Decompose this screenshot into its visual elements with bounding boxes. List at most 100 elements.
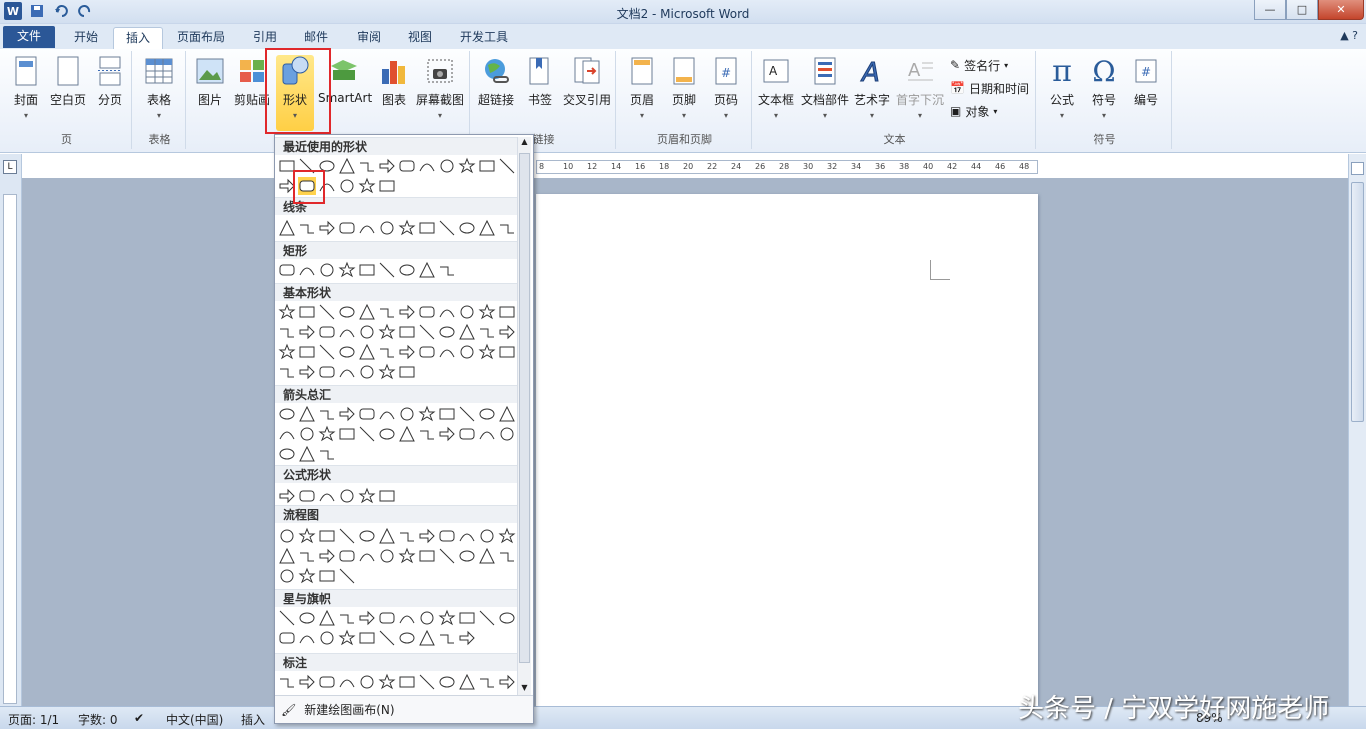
tab-mailings[interactable]: 邮件 <box>292 27 340 49</box>
shape-option-icon[interactable] <box>338 363 356 381</box>
date-time-button[interactable]: 📅 日期和时间 <box>950 78 1029 98</box>
shape-option-icon[interactable] <box>358 323 376 341</box>
shape-option-icon[interactable] <box>318 629 336 647</box>
shape-option-icon[interactable] <box>318 547 336 565</box>
object-button[interactable]: ▣ 对象 ▾ <box>950 101 997 121</box>
wordart-button[interactable]: A 艺术字 ▾ <box>852 55 892 131</box>
shape-option-icon[interactable] <box>418 405 436 423</box>
page-break-button[interactable]: 分页 <box>90 55 130 131</box>
shape-option-icon[interactable] <box>338 609 356 627</box>
help-icon[interactable]: ▲ ? <box>1340 29 1358 42</box>
shape-option-icon[interactable] <box>278 547 296 565</box>
shape-option-icon[interactable] <box>478 547 496 565</box>
shape-option-icon[interactable] <box>318 609 336 627</box>
shape-option-icon[interactable] <box>278 405 296 423</box>
shape-option-icon[interactable] <box>378 343 396 361</box>
shape-option-icon[interactable] <box>278 673 296 691</box>
shape-option-icon[interactable] <box>358 363 376 381</box>
shape-option-icon[interactable] <box>498 405 516 423</box>
shape-option-icon[interactable] <box>318 405 336 423</box>
shape-option-icon[interactable] <box>338 567 356 585</box>
shape-option-icon[interactable] <box>378 487 396 505</box>
shape-option-icon[interactable] <box>498 673 516 691</box>
blank-page-button[interactable]: 空白页 <box>48 55 88 131</box>
shape-option-icon[interactable] <box>478 673 496 691</box>
shape-option-icon[interactable] <box>278 487 296 505</box>
shape-option-icon[interactable] <box>378 303 396 321</box>
shape-option-icon[interactable] <box>398 609 416 627</box>
shape-option-icon[interactable] <box>398 157 416 175</box>
shape-option-icon[interactable] <box>318 673 336 691</box>
shape-option-icon[interactable] <box>418 629 436 647</box>
shape-option-icon[interactable] <box>478 405 496 423</box>
shape-option-icon[interactable] <box>398 527 416 545</box>
shape-option-icon[interactable] <box>478 303 496 321</box>
shape-option-icon[interactable] <box>298 363 316 381</box>
shape-option-icon[interactable] <box>278 527 296 545</box>
shape-option-icon[interactable] <box>458 323 476 341</box>
shape-option-icon[interactable] <box>418 219 436 237</box>
cross-reference-button[interactable]: 交叉引用 <box>562 55 612 131</box>
shape-option-icon[interactable] <box>478 323 496 341</box>
shape-option-icon[interactable] <box>378 177 396 195</box>
shape-option-icon[interactable] <box>498 547 516 565</box>
shape-option-icon[interactable] <box>418 527 436 545</box>
shape-option-icon[interactable] <box>458 673 476 691</box>
shape-option-icon[interactable] <box>338 157 356 175</box>
shape-option-icon[interactable] <box>418 343 436 361</box>
shape-option-icon[interactable] <box>398 629 416 647</box>
tab-view[interactable]: 视图 <box>396 27 444 49</box>
shape-option-icon[interactable] <box>498 425 516 443</box>
shape-option-icon[interactable] <box>378 673 396 691</box>
shape-option-icon[interactable] <box>398 343 416 361</box>
shape-option-icon[interactable] <box>378 425 396 443</box>
shape-option-icon[interactable] <box>478 343 496 361</box>
shape-option-icon[interactable] <box>398 261 416 279</box>
shape-option-icon[interactable] <box>398 219 416 237</box>
drop-cap-button[interactable]: A 首字下沉 ▾ <box>894 55 946 131</box>
shape-option-icon[interactable] <box>498 303 516 321</box>
tab-review[interactable]: 审阅 <box>345 27 393 49</box>
shape-option-icon[interactable] <box>338 425 356 443</box>
shape-option-icon[interactable] <box>438 219 456 237</box>
shape-option-icon[interactable] <box>418 609 436 627</box>
shape-option-icon[interactable] <box>378 547 396 565</box>
shape-option-icon[interactable] <box>398 363 416 381</box>
shape-option-icon[interactable] <box>358 343 376 361</box>
shape-option-icon[interactable] <box>338 547 356 565</box>
shape-option-icon[interactable] <box>298 629 316 647</box>
shape-option-icon[interactable] <box>358 177 376 195</box>
shape-option-icon[interactable] <box>438 425 456 443</box>
horizontal-ruler[interactable]: 8 10 12 14 16 18 20 22 24 26 28 30 32 34 36 38 40 42 44 46 4… <box>536 160 1038 174</box>
shape-option-icon[interactable] <box>278 567 296 585</box>
shape-option-icon[interactable] <box>458 303 476 321</box>
shape-option-icon[interactable] <box>338 323 356 341</box>
page-count[interactable]: 页面: 1/1 <box>8 711 59 728</box>
shape-option-icon[interactable] <box>358 405 376 423</box>
shape-option-icon[interactable] <box>498 527 516 545</box>
shape-option-icon[interactable] <box>338 177 356 195</box>
shape-option-icon[interactable] <box>298 609 316 627</box>
shape-option-icon[interactable] <box>358 673 376 691</box>
shape-option-icon[interactable] <box>338 261 356 279</box>
shape-option-icon[interactable] <box>498 219 516 237</box>
shape-option-icon[interactable] <box>318 363 336 381</box>
shape-option-icon[interactable] <box>498 609 516 627</box>
vertical-ruler[interactable] <box>3 194 17 704</box>
bookmark-button[interactable]: 书签 <box>520 55 560 131</box>
shape-option-icon[interactable] <box>458 527 476 545</box>
shape-option-icon[interactable] <box>458 343 476 361</box>
shape-option-icon[interactable] <box>338 527 356 545</box>
footer-button[interactable]: 页脚 ▾ <box>664 55 704 131</box>
shape-option-icon[interactable] <box>358 261 376 279</box>
shape-option-icon[interactable] <box>358 303 376 321</box>
maximize-button[interactable]: □ <box>1286 0 1318 20</box>
shape-option-icon[interactable] <box>458 157 476 175</box>
hyperlink-button[interactable]: 超链接 <box>476 55 516 131</box>
tab-file[interactable]: 文件 <box>3 26 55 48</box>
shape-option-icon[interactable] <box>298 547 316 565</box>
dropdown-scroll-thumb[interactable] <box>519 153 530 663</box>
shape-option-icon[interactable] <box>278 219 296 237</box>
shape-option-icon[interactable] <box>318 303 336 321</box>
shape-option-icon[interactable] <box>298 527 316 545</box>
